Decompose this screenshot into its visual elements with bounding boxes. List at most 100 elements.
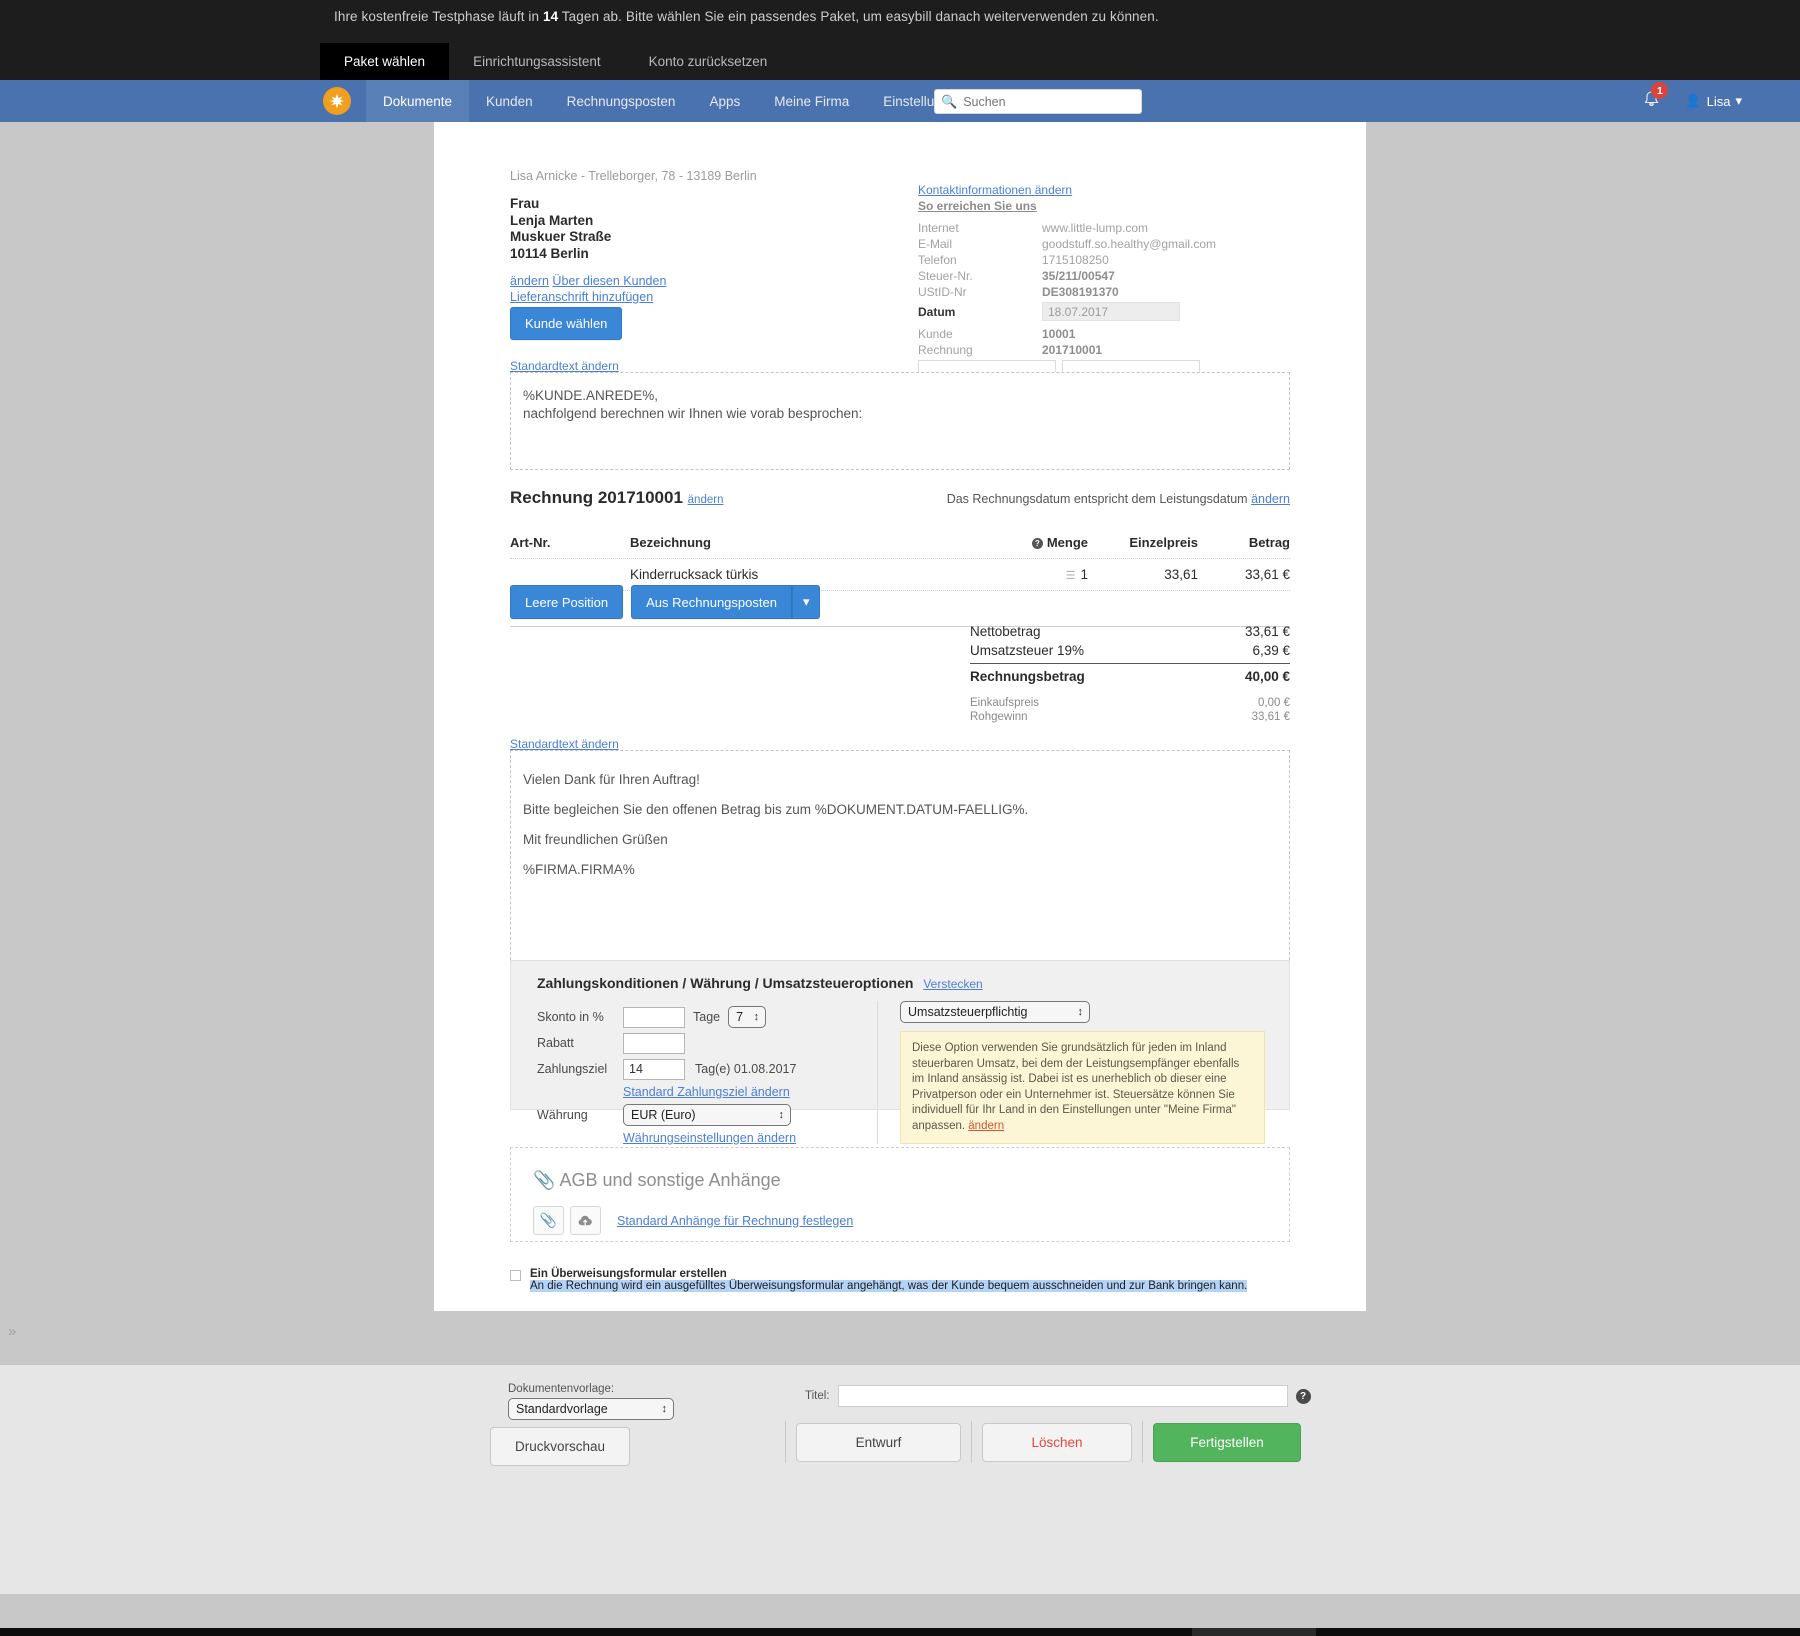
cell-bezeichnung[interactable]: Kinderrucksack türkis (630, 567, 980, 582)
outro-line-3: Mit freundlichen Grüßen (523, 832, 668, 847)
zahlungsziel-suffix: Tag(e) 01.08.2017 (695, 1062, 797, 1076)
date-input[interactable]: 18.07.2017 (1042, 302, 1180, 321)
link-invoice-date-change[interactable]: ändern (1251, 492, 1290, 506)
help-icon[interactable]: ? (1031, 538, 1043, 549)
link-standard-zahlungsziel[interactable]: Standard Zahlungsziel ändern (623, 1085, 790, 1099)
zahlungsziel-input[interactable] (623, 1058, 685, 1080)
trial-tab-konto-zuruecksetzen[interactable]: Konto zurücksetzen (625, 43, 792, 80)
search-input[interactable] (961, 93, 1135, 110)
star-burst-icon[interactable] (323, 87, 351, 115)
recipient-salutation: Frau (510, 196, 540, 211)
bottom-action-bar: » Dokumentenvorlage: Standardvorlage Dru… (0, 1323, 1800, 1594)
contact-row-email: E-Mail goodstuff.so.healthy@gmail.com (918, 236, 1248, 251)
tage-select-wrap[interactable]: 7 (728, 1006, 767, 1028)
add-from-items-split-button: Aus Rechnungsposten ▾ (631, 585, 821, 619)
recipient-name: Lenja Marten (510, 212, 594, 228)
link-change-contact-info[interactable]: Kontaktinformationen ändern (918, 182, 1248, 198)
nav-item-apps[interactable]: Apps (692, 80, 757, 122)
link-outro-standardtext[interactable]: Standardtext ändern (510, 737, 619, 751)
link-about-customer[interactable]: Über diesen Kunden (552, 274, 666, 288)
link-hide-payment-panel[interactable]: Verstecken (923, 977, 982, 991)
link-standard-attachments[interactable]: Standard Anhänge für Rechnung festlegen (617, 1214, 853, 1228)
add-empty-position-button[interactable]: Leere Position (510, 585, 624, 619)
attachments-buttons: 📎 Standard Anhänge für Rechnung festlege… (533, 1206, 853, 1235)
outro-text: Vielen Dank für Ihren Auftrag! Bitte beg… (511, 751, 1289, 899)
total-value-netto: 33,61 € (1244, 624, 1290, 639)
trial-message-suffix: Tagen ab. Bitte wählen Sie ein passendes… (558, 9, 1159, 24)
contact-row-kunde: Kunde 10001 (918, 326, 1248, 341)
choose-customer-button[interactable]: Kunde wählen (510, 307, 623, 340)
cell-einzelpreis[interactable]: 33,61 (1088, 567, 1198, 582)
finish-button[interactable]: Fertigstellen (1153, 1422, 1301, 1462)
search-icon: 🔍 (941, 94, 958, 109)
ust-select-wrap[interactable]: Umsatzsteuerpflichtig (900, 1001, 1090, 1023)
document-body: Lisa Arnicke - Trelleborger, 78 - 13189 … (434, 122, 1366, 1311)
notifications-button[interactable]: 1 (1643, 82, 1669, 112)
contact-row-steuernr: Steuer-Nr. 35/211/00547 (918, 268, 1248, 283)
contact-value-rechnung: 201710001 (1042, 342, 1103, 357)
nav-item-meine-firma[interactable]: Meine Firma (757, 80, 866, 122)
ust-option-select[interactable]: Umsatzsteuerpflichtig (900, 1001, 1090, 1023)
outro-text-box[interactable]: Vielen Dank für Ihren Auftrag! Bitte beg… (510, 750, 1290, 965)
title-input[interactable] (837, 1385, 1288, 1407)
total-value-ust: 6,39 € (1252, 643, 1290, 658)
attachments-title-text: AGB und sonstige Anhänge (559, 1170, 781, 1190)
nav-item-rechnungsposten[interactable]: Rechnungsposten (550, 80, 693, 122)
link-add-delivery-address[interactable]: Lieferanschrift hinzufügen (510, 290, 653, 304)
trial-tab-paket-waehlen[interactable]: Paket wählen (320, 43, 450, 80)
cell-betrag: 33,61 € (1244, 567, 1290, 582)
contact-key-ustidnr: UStID-Nr (918, 284, 967, 299)
link-waehrungseinstellungen[interactable]: Währungseinstellungen ändern (623, 1131, 796, 1145)
link-recipient-change[interactable]: ändern (510, 274, 549, 288)
tage-select[interactable]: 7 (728, 1006, 767, 1028)
question-mark-icon[interactable]: ? (1295, 1388, 1311, 1404)
skonto-input[interactable] (623, 1006, 685, 1028)
contact-key-email: E-Mail (918, 236, 953, 251)
contact-links: Kontaktinformationen ändern So erreichen… (918, 182, 1248, 214)
drag-handle-icon[interactable]: ☰ (1066, 570, 1076, 582)
ust-option-note: Diese Option verwenden Sie grundsätzlich… (900, 1031, 1265, 1144)
transfer-form-title: Ein Überweisungsformular erstellen (530, 1268, 727, 1280)
add-from-items-caret[interactable]: ▾ (791, 585, 821, 619)
recipient-links: ändern Über diesen Kunden Lieferanschrif… (510, 273, 666, 305)
nav-item-dokumente[interactable]: Dokumente (366, 80, 470, 122)
template-select[interactable]: Standardvorlage (508, 1398, 674, 1420)
chevron-down-icon: ▾ (1735, 93, 1742, 108)
row-action-buttons: Leere Position Aus Rechnungsposten ▾ (510, 585, 821, 619)
transfer-form-checkbox[interactable] (510, 1270, 521, 1281)
document-sheet: Lisa Arnicke - Trelleborger, 78 - 13189 … (434, 122, 1366, 1311)
row-waehrung-link: Währungseinstellungen ändern (537, 1129, 796, 1147)
nav-item-kunden[interactable]: Kunden (469, 80, 550, 122)
user-menu[interactable]: 👤 Lisa ▾ (1685, 93, 1742, 109)
add-from-items-button[interactable]: Aus Rechnungsposten (631, 585, 792, 619)
draft-button[interactable]: Entwurf (796, 1422, 961, 1462)
trial-message: Ihre kostenfreie Testphase läuft in 14 T… (334, 9, 1159, 24)
recipient-street: Muskuer Straße (510, 229, 612, 244)
contact-key-kunde: Kunde (918, 326, 953, 341)
delete-button[interactable]: Löschen (982, 1422, 1132, 1462)
attach-cloud-button[interactable] (570, 1206, 601, 1235)
cloud-upload-icon (578, 1215, 592, 1226)
waehrung-select[interactable]: EUR (Euro) (623, 1104, 791, 1126)
contact-value-email: goodstuff.so.healthy@gmail.com (1042, 236, 1217, 251)
trial-tab-einrichtungsassistent[interactable]: Einrichtungsassistent (449, 43, 625, 80)
chevron-double-down-icon[interactable]: » (8, 1323, 16, 1340)
link-intro-standardtext[interactable]: Standardtext ändern (510, 359, 619, 373)
print-preview-button[interactable]: Druckvorschau (490, 1427, 630, 1466)
col-header-einzelpreis: Einzelpreis (1129, 535, 1198, 550)
link-ust-note-change[interactable]: ändern (968, 1120, 1004, 1132)
contact-value-steuernr: 35/211/00547 (1042, 268, 1115, 283)
intro-text-box[interactable]: %KUNDE.ANREDE%, nachfolgend berechnen wi… (510, 372, 1290, 470)
bottom-buttons: Entwurf Löschen Fertigstellen (775, 1421, 1301, 1463)
template-select-wrap[interactable]: Standardvorlage (508, 1398, 674, 1420)
payment-panel-title-text: Zahlungskonditionen / Währung / Umsatzst… (537, 975, 914, 991)
invoice-title: Rechnung 201710001 ändern (510, 488, 723, 508)
search-box[interactable]: 🔍 (934, 89, 1142, 114)
attach-file-button[interactable]: 📎 (533, 1206, 564, 1235)
rabatt-input[interactable] (623, 1032, 685, 1054)
link-invoice-change[interactable]: ändern (688, 494, 724, 506)
divider (971, 1421, 972, 1463)
waehrung-select-wrap[interactable]: EUR (Euro) (623, 1104, 791, 1126)
label-skonto: Skonto in % (537, 1010, 604, 1024)
cell-menge[interactable]: ☰ 1 (980, 567, 1088, 582)
